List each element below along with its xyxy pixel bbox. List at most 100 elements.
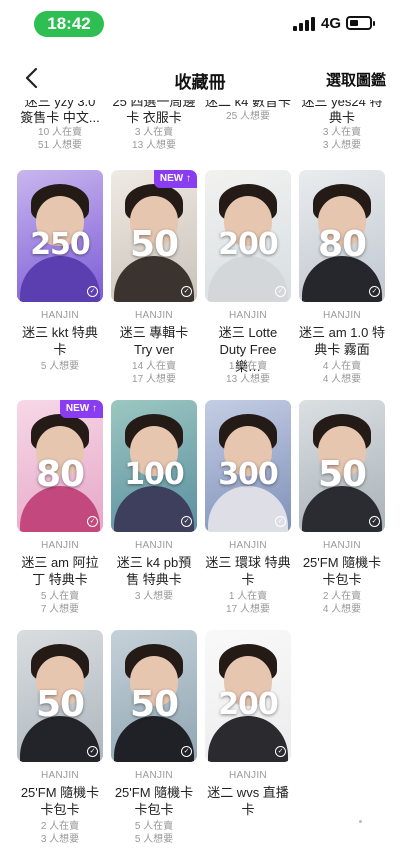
card-name: 25'FM 隨機卡 卡包卡 (20, 785, 100, 817)
card-stat: 13 人想要 (226, 374, 270, 385)
check-circle-icon: ✓ (87, 286, 98, 297)
card-name: 迷二 wvs 直播卡 (207, 785, 289, 817)
card-photo: 100 ✓ (111, 400, 197, 532)
card-stat: 1 人在賣 (228, 361, 268, 372)
partial-card[interactable]: 迷三 yes24 特典卡 3 人在賣 3 人想要 (299, 100, 385, 152)
card-price: 200 (218, 686, 279, 722)
photocard-item[interactable]: 50 ✓ HANJIN 25'FM 隨機卡 卡包卡 2 人在賣 4 人想要 (299, 400, 385, 615)
nav-bar: 收藏冊 選取圖鑑 (0, 56, 400, 100)
card-stat: 1 人在賣 (228, 591, 268, 602)
photocard-item[interactable]: 50 ✓ HANJIN 25'FM 隨機卡 卡包卡 2 人在賣 3 人想要 (17, 630, 103, 845)
photocard-item[interactable]: 300 ✓ HANJIN 迷三 環球 特典卡 1 人在賣 17 人想要 (205, 400, 291, 615)
check-circle-icon: ✓ (369, 516, 380, 527)
card-name: 25'FM 隨機卡 卡包卡 (302, 555, 382, 587)
card-stat: 25 人想要 (226, 111, 270, 122)
card-name: 迷三 專輯卡 Try ver (119, 325, 189, 357)
card-price: 100 (124, 456, 185, 492)
network-label: 4G (321, 15, 342, 32)
status-bar: 18:42 4G (0, 0, 400, 48)
partial-card-row: 迷三 yzy 3.0 簽售卡 中文... 10 人在賣 51 人想要 25 四選一周邊… (0, 100, 400, 162)
check-circle-icon: ✓ (181, 286, 192, 297)
card-brand: HANJIN (229, 310, 267, 321)
status-time: 18:42 (34, 11, 104, 37)
check-circle-icon: ✓ (181, 746, 192, 757)
photocard-item[interactable]: 200 ✓ HANJIN 迷二 wvs 直播卡 (205, 630, 291, 830)
card-photo: 300 ✓ (205, 400, 291, 532)
card-stat: 5 人在賣 (134, 821, 174, 832)
card-name: 迷三 am 阿拉丁 特典卡 (21, 555, 99, 587)
check-circle-icon: ✓ (275, 286, 286, 297)
partial-card[interactable]: 迷二 k4 數音卡 25 人想要 (205, 100, 291, 123)
card-brand: HANJIN (41, 770, 79, 781)
photocard-item[interactable]: 80 NEW ↑ ✓ HANJIN 迷三 am 阿拉丁 特典卡 5 人在賣 7 人想要 (17, 400, 103, 615)
card-brand: HANJIN (41, 540, 79, 551)
card-stat: 17 人想要 (226, 604, 270, 615)
card-brand: HANJIN (135, 540, 173, 551)
card-price: 300 (218, 456, 279, 492)
card-name: 迷三 環球 特典卡 (205, 555, 291, 587)
card-brand: HANJIN (135, 770, 173, 781)
photocard-item[interactable]: 100 ✓ HANJIN 迷三 k4 pb預售 特典卡 3 人想要 (111, 400, 197, 602)
card-brand: HANJIN (323, 540, 361, 551)
check-circle-icon: ✓ (87, 516, 98, 527)
card-price: 250 (30, 226, 91, 262)
card-stat: 13 人想要 (132, 140, 176, 151)
card-photo: 50 ✓ (17, 630, 103, 762)
card-name: 25 四選一周邊卡 衣服卡 (112, 100, 196, 125)
card-brand: HANJIN (323, 310, 361, 321)
card-stat: 4 人想要 (322, 604, 362, 615)
card-photo: 50 NEW ↑ ✓ (111, 170, 197, 302)
photocard-item[interactable]: 50 ✓ HANJIN 25'FM 隨機卡 卡包卡 5 人在賣 5 人想要 (111, 630, 197, 845)
scroll-indicator (359, 820, 362, 823)
card-name: 迷三 yzy 3.0 簽售卡 中文... (20, 100, 100, 125)
card-stat: 14 人在賣 (132, 361, 176, 372)
check-circle-icon: ✓ (181, 516, 192, 527)
card-stat: 7 人想要 (40, 604, 80, 615)
card-stat: 3 人在賣 (322, 127, 362, 138)
new-badge: NEW ↑ (153, 170, 197, 188)
new-badge: NEW ↑ (59, 400, 103, 418)
card-brand: HANJIN (229, 540, 267, 551)
card-brand: HANJIN (41, 310, 79, 321)
card-stat: 51 人想要 (38, 140, 82, 151)
card-name: 迷三 k4 pb預售 特典卡 (116, 555, 192, 587)
photocard-item[interactable]: 200 ✓ HANJIN 迷三 Lotte Duty Free 樂… 1 人在賣 13 人… (205, 170, 291, 385)
card-stat: 4 人在賣 (322, 361, 362, 372)
card-name: 迷三 kkt 特典卡 (22, 325, 98, 357)
photocard-item[interactable]: 250 ✓ HANJIN 迷三 kkt 特典卡 5 人想要 (17, 170, 103, 372)
card-photo: 50 ✓ (299, 400, 385, 532)
card-price: 50 (129, 683, 179, 725)
card-name: 迷三 yes24 特典卡 (301, 100, 383, 125)
card-name: 迷三 am 1.0 特典卡 霧面 (299, 325, 385, 357)
card-stat: 3 人想要 (40, 834, 80, 845)
select-collection-button[interactable]: 選取圖鑑 (326, 69, 386, 90)
card-brand: HANJIN (229, 770, 267, 781)
card-photo: 80 ✓ (299, 170, 385, 302)
battery-level (350, 20, 358, 26)
photocard-item[interactable]: 80 ✓ HANJIN 迷三 am 1.0 特典卡 霧面 4 人在賣 4 人想要 (299, 170, 385, 385)
card-stat: 5 人想要 (40, 361, 80, 372)
card-name: 25'FM 隨機卡 卡包卡 (114, 785, 194, 817)
card-stat: 3 人在賣 (134, 127, 174, 138)
check-circle-icon: ✓ (275, 746, 286, 757)
check-circle-icon: ✓ (87, 746, 98, 757)
card-brand: HANJIN (135, 310, 173, 321)
card-stat: 2 人在賣 (322, 591, 362, 602)
card-stat: 4 人想要 (322, 374, 362, 385)
card-photo: 50 ✓ (111, 630, 197, 762)
check-circle-icon: ✓ (369, 286, 380, 297)
card-photo: 250 ✓ (17, 170, 103, 302)
partial-card[interactable]: 迷三 yzy 3.0 簽售卡 中文... 10 人在賣 51 人想要 (17, 100, 103, 152)
signal-icon (293, 17, 315, 31)
partial-card[interactable]: 25 四選一周邊卡 衣服卡 3 人在賣 13 人想要 (111, 100, 197, 152)
card-stat: 2 人在賣 (40, 821, 80, 832)
photocard-item[interactable]: 50 NEW ↑ ✓ HANJIN 迷三 專輯卡 Try ver 14 人在賣 17 人想要 (111, 170, 197, 385)
check-circle-icon: ✓ (275, 516, 286, 527)
card-name: 迷二 k4 數音卡 (205, 100, 291, 109)
card-price: 80 (35, 453, 85, 495)
card-photo: 80 NEW ↑ ✓ (17, 400, 103, 532)
card-stat: 5 人在賣 (40, 591, 80, 602)
card-price: 50 (35, 683, 85, 725)
card-stat: 5 人想要 (134, 834, 174, 845)
card-stat: 3 人想要 (322, 140, 362, 151)
